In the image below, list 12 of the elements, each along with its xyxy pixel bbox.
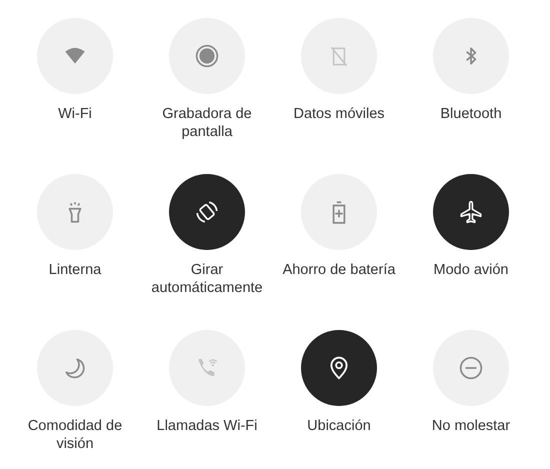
tile-label: Linterna (48, 261, 102, 279)
tile-label: Ahorro de batería (282, 261, 396, 279)
tile-label: Datos móviles (292, 105, 386, 123)
tile-label: Wi-Fi (57, 105, 93, 123)
tile-label: No molestar (430, 417, 512, 435)
tile-label: Bluetooth (439, 105, 503, 123)
tile-label: Girar automáticamente (150, 261, 264, 297)
tile-label: Grabadora de pantalla (161, 105, 253, 141)
tile-label: Comodidad de visión (26, 417, 124, 453)
tile-label: Ubicación (306, 417, 372, 435)
tile-label: Llamadas Wi-Fi (156, 417, 258, 435)
tile-label: Modo avión (432, 261, 510, 279)
